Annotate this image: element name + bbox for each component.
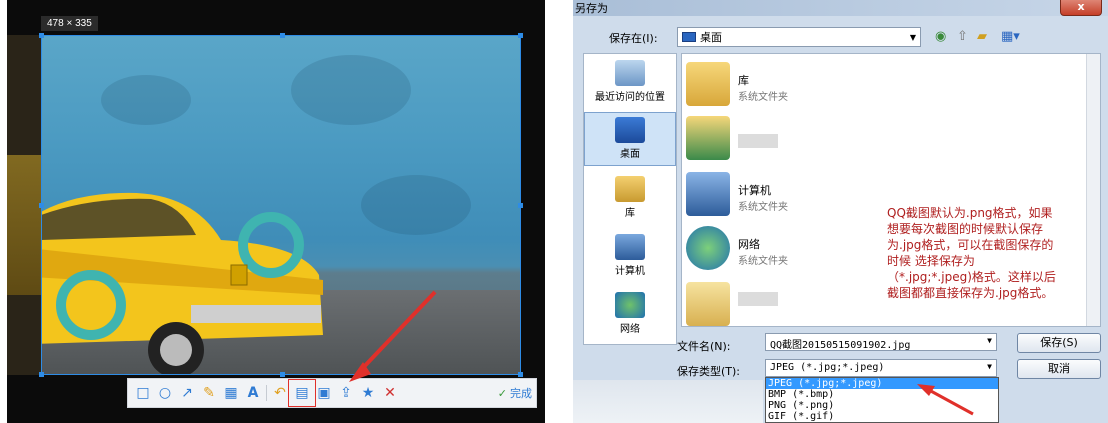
- computer-icon: [686, 172, 730, 216]
- desktop-icon: [615, 117, 645, 143]
- dialog-title: 另存为: [575, 2, 608, 15]
- captured-image: [41, 35, 521, 375]
- sidebar-item-computer[interactable]: 计算机: [584, 230, 676, 284]
- save-in-label: 保存在(I):: [609, 32, 658, 45]
- sidebar-item-desktop[interactable]: 桌面: [584, 112, 676, 166]
- filename-label: 文件名(N):: [677, 340, 731, 353]
- chevron-down-icon: ▼: [987, 336, 992, 345]
- folder-icon: [686, 282, 730, 326]
- desktop-icon: [682, 32, 696, 42]
- filetype-label: 保存类型(T):: [677, 365, 741, 378]
- new-folder-icon[interactable]: ▰: [977, 29, 987, 44]
- blurred-name: [738, 292, 778, 306]
- background-strip: [573, 380, 763, 423]
- pen-icon[interactable]: ✎: [200, 384, 218, 402]
- library-icon: [615, 176, 645, 202]
- network-icon: [686, 226, 730, 270]
- dropdown-option[interactable]: BMP (*.bmp): [766, 389, 998, 400]
- up-folder-icon[interactable]: ⇧: [957, 29, 968, 44]
- sidebar-item-library[interactable]: 库: [584, 172, 676, 226]
- sidebar-item-network[interactable]: 网络: [584, 288, 676, 342]
- filetype-select[interactable]: JPEG (*.jpg;*.jpeg) ▼: [765, 359, 997, 377]
- save-icon[interactable]: ▤: [288, 379, 316, 407]
- dropdown-option[interactable]: PNG (*.png): [766, 400, 998, 411]
- dropdown-option[interactable]: JPEG (*.jpg;*.jpeg): [766, 378, 998, 389]
- save-button[interactable]: 保存(S): [1017, 333, 1101, 353]
- vertical-scrollbar[interactable]: [1086, 54, 1100, 326]
- list-item[interactable]: 库 系统文件夹: [686, 62, 946, 118]
- user-folder-icon: [686, 116, 730, 160]
- screenshot-editor: 478 × 335 □ ○ ↗ ✎ ▦ A ↶ ▤ ▣ ⇪ ★ ✕ ✓ 完成: [7, 0, 545, 423]
- chevron-down-icon: ▼: [987, 362, 992, 371]
- pin-icon[interactable]: ▣: [315, 384, 333, 402]
- computer-icon: [615, 234, 645, 260]
- save-in-select[interactable]: 桌面 ▼: [677, 27, 921, 47]
- done-button[interactable]: ✓ 完成: [498, 385, 532, 401]
- view-menu-icon[interactable]: ▦▾: [1001, 29, 1020, 44]
- filetype-dropdown: JPEG (*.jpg;*.jpeg) BMP (*.bmp) PNG (*.p…: [765, 377, 999, 423]
- undo-icon[interactable]: ↶: [271, 384, 289, 402]
- share-icon[interactable]: ⇪: [337, 384, 355, 402]
- close-button[interactable]: x: [1060, 0, 1102, 16]
- title-bar: 另存为 x: [573, 0, 1108, 16]
- save-as-dialog: 另存为 x 保存在(I): 桌面 ▼ ◉ ⇧ ▰ ▦▾ 最近访问的位置 桌面 库…: [573, 0, 1108, 423]
- yellow-car-image: [41, 192, 323, 375]
- mosaic-icon[interactable]: ▦: [222, 384, 240, 402]
- toolbar-divider: [266, 385, 267, 401]
- places-bar: 最近访问的位置 桌面 库 计算机 网络: [583, 53, 677, 345]
- network-icon: [615, 292, 645, 318]
- recent-places-icon: [615, 60, 645, 86]
- arrow-icon[interactable]: ↗: [178, 384, 196, 402]
- text-icon[interactable]: A: [244, 384, 262, 402]
- annotation-note: QQ截图默认为.png格式，如果想要每次截图的时候默认保存为.jpg格式，可以在…: [887, 205, 1059, 301]
- list-item[interactable]: [686, 116, 946, 172]
- library-folder-icon: [686, 62, 730, 106]
- outside-selection: [7, 35, 41, 375]
- sidebar-item-recent[interactable]: 最近访问的位置: [584, 56, 676, 110]
- filename-field[interactable]: QQ截图20150515091902.jpg ▼: [765, 333, 997, 351]
- cancel-icon[interactable]: ✕: [381, 384, 399, 402]
- cancel-button[interactable]: 取消: [1017, 359, 1101, 379]
- back-icon[interactable]: ◉: [935, 29, 946, 44]
- dropdown-option[interactable]: GIF (*.gif): [766, 411, 998, 422]
- rect-icon[interactable]: □: [134, 384, 152, 402]
- favorite-icon[interactable]: ★: [359, 384, 377, 402]
- blurred-name: [738, 134, 778, 148]
- selection-size-label: 478 × 335: [41, 16, 98, 31]
- chevron-down-icon: ▼: [909, 32, 916, 42]
- done-icon: ✓: [497, 386, 507, 400]
- ellipse-icon[interactable]: ○: [156, 384, 174, 402]
- capture-toolbar: □ ○ ↗ ✎ ▦ A ↶ ▤ ▣ ⇪ ★ ✕ ✓ 完成: [127, 378, 537, 408]
